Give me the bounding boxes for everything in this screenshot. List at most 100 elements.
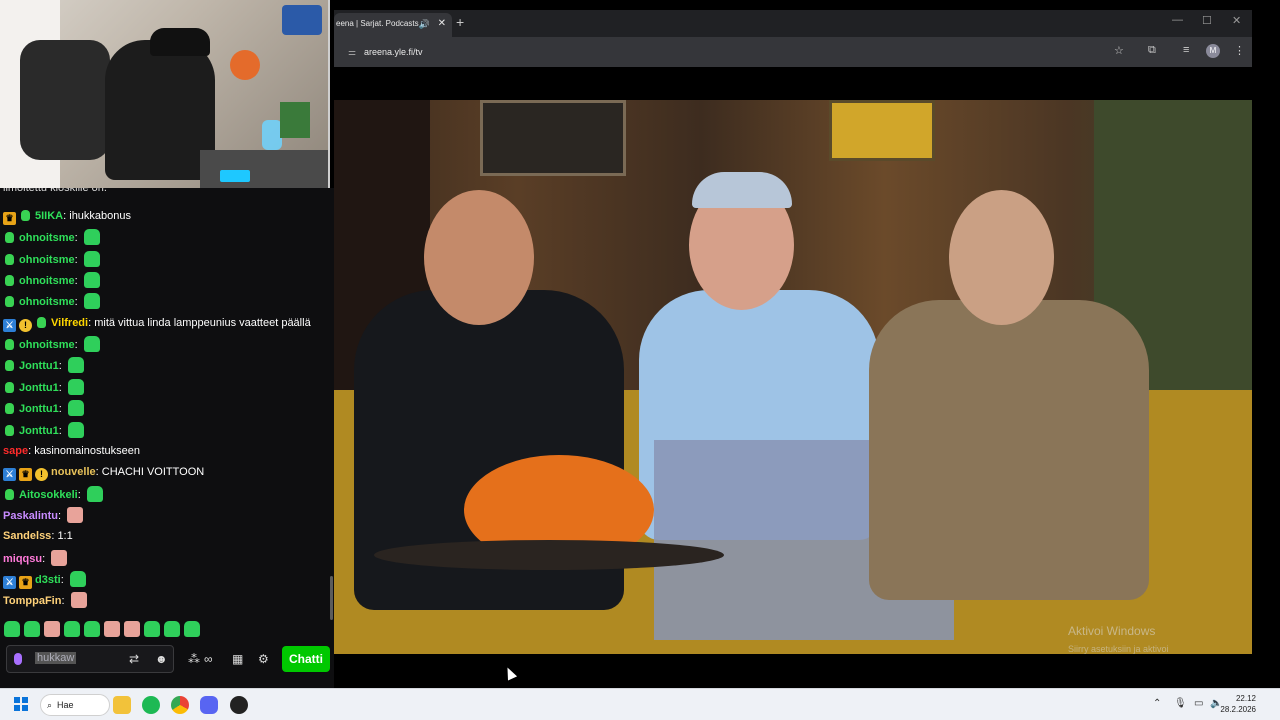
tray-microphone-icon[interactable]: 🎙 [1174, 698, 1187, 709]
video-player[interactable]: Aktivoi Windows Siirry asetuksiin ja akt… [334, 100, 1252, 654]
chat-username[interactable]: Sandelss [3, 530, 51, 542]
quick-emote-icon[interactable] [84, 621, 100, 637]
quick-emote-icon[interactable] [24, 621, 40, 637]
chat-username[interactable]: Jonttu1 [19, 360, 59, 372]
start-button[interactable] [14, 697, 28, 711]
extensions-icon[interactable]: ⧉ [1148, 44, 1156, 57]
translate-icon[interactable]: ⇄ [129, 652, 139, 666]
quick-emote-icon[interactable] [124, 621, 140, 637]
obs-icon[interactable] [230, 696, 248, 714]
close-window-icon[interactable]: ✕ [1232, 14, 1241, 27]
quick-emote-icon[interactable] [64, 621, 80, 637]
crown-badge-icon[interactable]: ♛ [3, 212, 16, 225]
chat-username[interactable]: ohnoitsme [19, 339, 75, 351]
green-emote-icon[interactable] [67, 378, 84, 395]
address-bar[interactable]: ⚌ areena.yle.fi/tv [348, 42, 1118, 62]
green-badge-icon[interactable] [3, 425, 16, 438]
chat-username[interactable]: d3sti [35, 574, 61, 586]
chat-username[interactable]: TomppaFin [3, 595, 61, 607]
chat-username[interactable]: Jonttu1 [19, 382, 59, 394]
site-info-icon[interactable]: ⚌ [348, 42, 364, 62]
quick-emote-icon[interactable] [104, 621, 120, 637]
gear-icon[interactable]: ⚙ [258, 652, 269, 666]
chat-username[interactable]: Aitosokkeli [19, 489, 78, 501]
green-badge-icon[interactable] [3, 296, 16, 309]
chat-username[interactable]: miqqsu [3, 553, 42, 565]
green-badge-icon[interactable] [35, 317, 48, 330]
chat-send-button[interactable]: Chatti [282, 646, 330, 672]
green-badge-icon[interactable] [3, 339, 16, 352]
quick-emote-icon[interactable] [184, 621, 200, 637]
green-emote-icon[interactable] [83, 293, 100, 310]
green-emote-icon[interactable] [83, 336, 100, 353]
green-emote-icon[interactable] [83, 272, 100, 289]
chat-message: Aitosokkeli: [3, 485, 103, 503]
tray-chevron-icon[interactable]: ⌃ [1153, 698, 1161, 709]
sword-badge-icon[interactable]: ⚔ [3, 575, 16, 589]
menu-kebab-icon[interactable]: ⋮ [1234, 44, 1245, 57]
emoji-icon[interactable]: ☻ [155, 652, 168, 666]
quick-emote-icon[interactable] [164, 621, 180, 637]
chat-username[interactable]: nouvelle [51, 466, 96, 478]
crown-badge-icon[interactable]: ♛ [19, 575, 32, 589]
new-tab-button[interactable]: + [456, 14, 464, 30]
chat-username[interactable]: Jonttu1 [19, 403, 59, 415]
chat-input[interactable]: hukkaw ⇄ ☻ [6, 645, 174, 673]
maximize-icon[interactable]: ☐ [1202, 14, 1212, 27]
coin-badge-icon[interactable]: ! [35, 468, 48, 482]
chat-username[interactable]: Jonttu1 [19, 425, 59, 437]
media-control-icon[interactable]: ≡ [1183, 44, 1189, 56]
store-icon[interactable]: ▦ [232, 652, 243, 666]
green-badge-icon[interactable] [3, 254, 16, 267]
audio-playing-icon[interactable]: 🔊 [419, 13, 430, 35]
green-emote-icon[interactable] [67, 357, 84, 374]
quick-emote-icon[interactable] [144, 621, 160, 637]
chat-username[interactable]: ohnoitsme [19, 254, 75, 266]
chat-scrollbar[interactable] [330, 576, 333, 620]
green-emote-icon[interactable] [67, 421, 84, 438]
sword-badge-icon[interactable]: ⚔ [3, 318, 16, 332]
face-emote-icon[interactable] [67, 506, 84, 523]
green-badge-icon[interactable] [3, 232, 16, 245]
chrome-icon[interactable] [171, 696, 189, 714]
green-badge-icon[interactable] [3, 489, 16, 502]
green-badge-icon[interactable] [3, 403, 16, 416]
green-emote-icon[interactable] [67, 400, 84, 417]
chat-username[interactable]: ohnoitsme [19, 296, 75, 308]
chat-username[interactable]: sape [3, 445, 28, 457]
infinity-icon[interactable]: ∞ [204, 652, 213, 666]
quick-emote-icon[interactable] [44, 621, 60, 637]
bits-icon[interactable]: ⁂ [188, 652, 200, 666]
file-explorer-icon[interactable] [113, 696, 131, 714]
green-badge-icon[interactable] [3, 275, 16, 288]
tray-network-icon[interactable]: ▭ [1194, 698, 1203, 709]
browser-tab[interactable]: eena | Sarjat. Podcasts 🔊 ✕ [334, 13, 452, 37]
chat-username[interactable]: Vilfredi [51, 317, 88, 329]
minimize-icon[interactable]: — [1172, 14, 1183, 26]
green-badge-icon[interactable] [3, 360, 16, 373]
sword-badge-icon[interactable]: ⚔ [3, 468, 16, 482]
profile-avatar[interactable]: M [1206, 44, 1220, 58]
chat-username[interactable]: ohnoitsme [19, 275, 75, 287]
coin-badge-icon[interactable]: ! [19, 318, 32, 332]
close-tab-icon[interactable]: ✕ [438, 13, 446, 35]
chat-username[interactable]: 5IIKA [35, 210, 63, 222]
chat-username[interactable]: ohnoitsme [19, 232, 75, 244]
face-emote-icon[interactable] [51, 549, 68, 566]
green-badge-icon[interactable] [19, 210, 32, 223]
discord-icon[interactable] [200, 696, 218, 714]
bookmark-star-icon[interactable]: ☆ [1114, 44, 1124, 57]
microphone-icon[interactable] [14, 653, 22, 665]
green-emote-icon[interactable] [86, 485, 103, 502]
chat-username[interactable]: Paskalintu [3, 510, 58, 522]
crown-badge-icon[interactable]: ♛ [19, 468, 32, 482]
spotify-icon[interactable] [142, 696, 160, 714]
taskbar-search[interactable]: ⌕ Hae [40, 694, 110, 716]
green-emote-icon[interactable] [69, 570, 86, 587]
green-badge-icon[interactable] [3, 382, 16, 395]
green-emote-icon[interactable] [83, 250, 100, 267]
quick-emote-icon[interactable] [4, 621, 20, 637]
green-emote-icon[interactable] [83, 229, 100, 246]
taskbar-clock[interactable]: 22.12 28.2.2026 [1220, 693, 1256, 715]
face-emote-icon[interactable] [70, 592, 87, 609]
